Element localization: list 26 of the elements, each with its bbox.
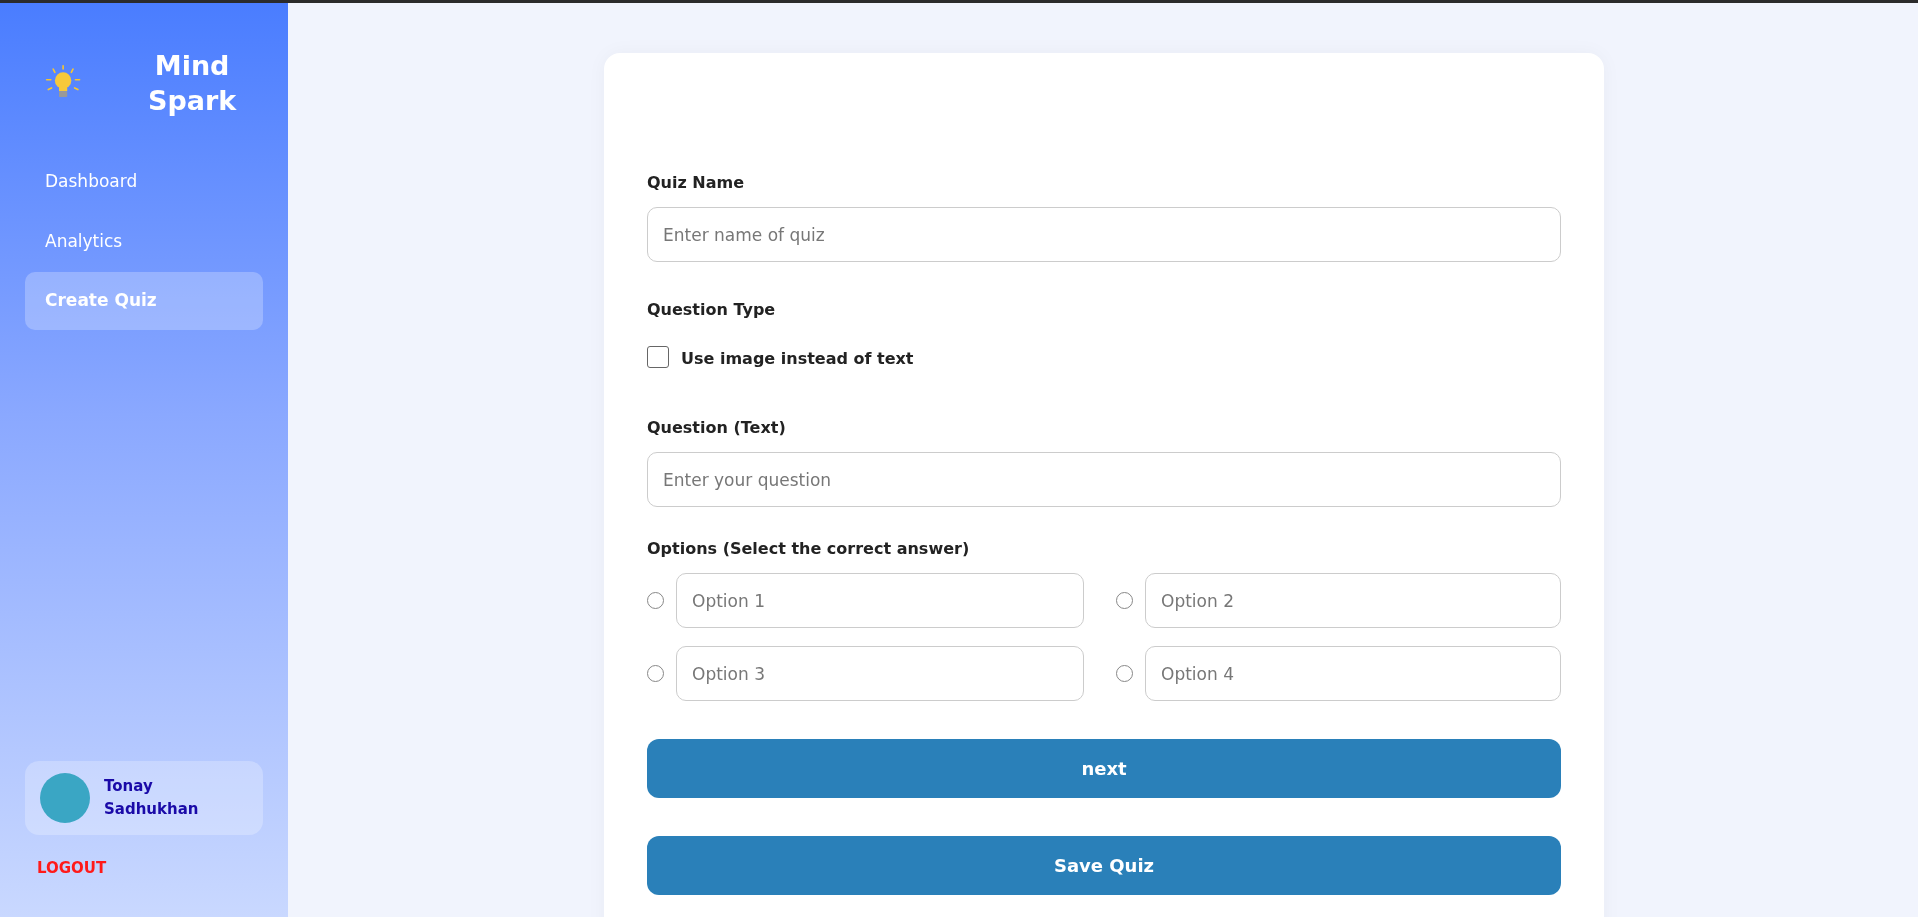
- radio-button[interactable]: [1116, 665, 1133, 682]
- user-name: Tonay Sadhukhan: [104, 776, 200, 820]
- field-label: Quiz Name: [647, 172, 746, 194]
- sidebar-item[interactable]: Dashboard: [25, 153, 263, 211]
- text-input[interactable]: Enter your question: [647, 452, 1561, 507]
- field-label: Options (Select the correct answer): [647, 538, 971, 560]
- radio-button[interactable]: [647, 592, 664, 609]
- option-input[interactable]: Option 3: [676, 646, 1084, 701]
- field-label: Question (Text): [647, 417, 787, 439]
- radio-button[interactable]: [647, 665, 664, 682]
- action-button[interactable]: next: [647, 739, 1561, 798]
- radio-button[interactable]: [1116, 592, 1133, 609]
- field-label: Question Type: [647, 299, 777, 321]
- sidebar-item[interactable]: Create Quiz: [25, 272, 263, 330]
- checkbox-label: Use image instead of text: [681, 348, 914, 370]
- option-input[interactable]: Option 4: [1145, 646, 1561, 701]
- text-input[interactable]: Enter name of quiz: [647, 207, 1561, 262]
- profile-card[interactable]: Tonay Sadhukhan: [25, 760, 263, 835]
- checkbox[interactable]: [647, 346, 669, 368]
- app-title: Mind Spark: [146, 48, 238, 118]
- logout-link[interactable]: LOGOUT: [25, 834, 263, 917]
- sidebar-item[interactable]: Analytics: [25, 212, 263, 270]
- avatar-placeholder: [40, 772, 90, 823]
- option-input[interactable]: Option 2: [1145, 573, 1561, 628]
- option-input[interactable]: Option 1: [676, 573, 1084, 628]
- action-button[interactable]: Save Quiz: [647, 836, 1561, 895]
